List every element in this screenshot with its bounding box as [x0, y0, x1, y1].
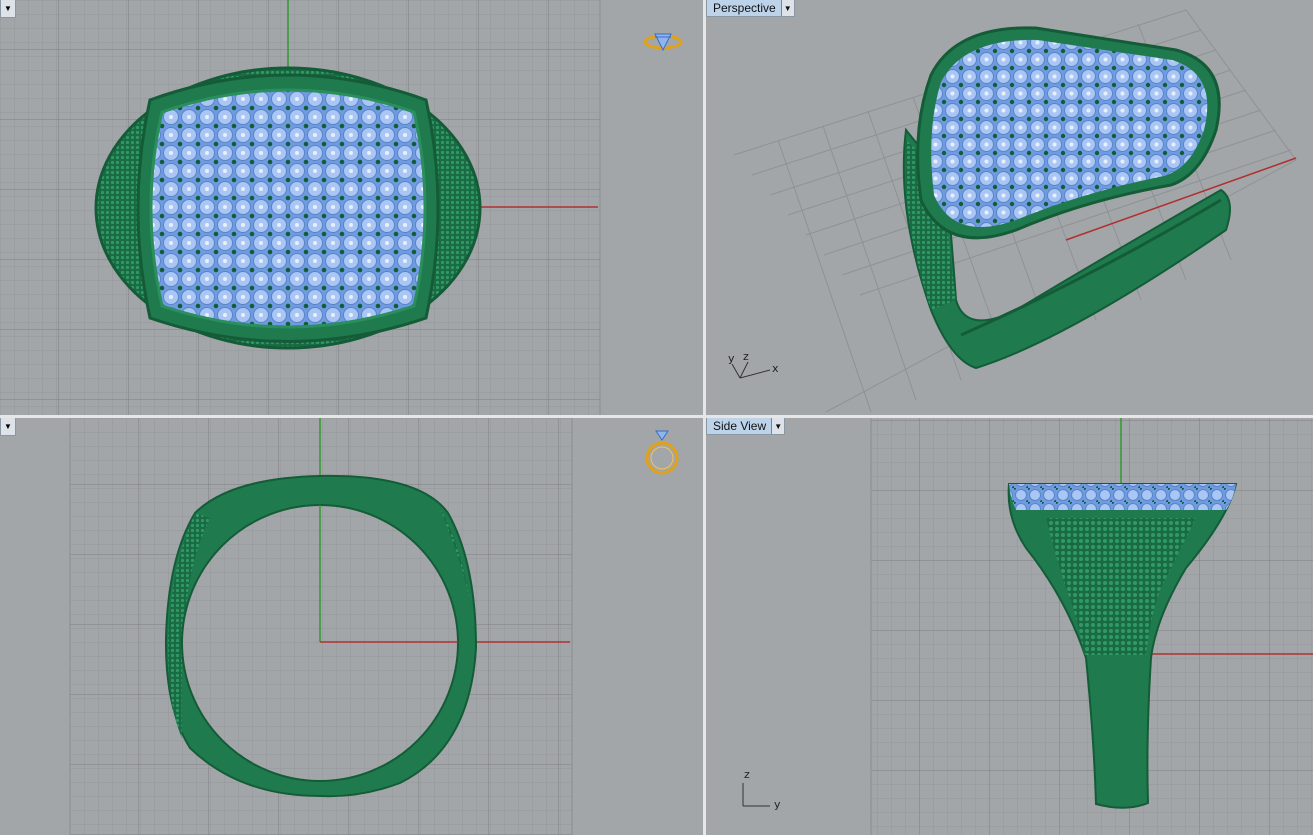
axis-label-z: z	[743, 350, 749, 363]
viewport-perspective-title: Perspective	[713, 1, 776, 15]
viewport-perspective-tab[interactable]: Perspective ▼	[706, 0, 795, 17]
viewport-right[interactable]: ▼	[0, 418, 703, 835]
axis-label-y: y	[774, 798, 781, 811]
axis-gizmo-perspective: y z x	[728, 348, 788, 382]
viewport-splitter-horizontal[interactable]	[0, 415, 1313, 418]
viewport-side-tab[interactable]: Side View ▼	[706, 418, 786, 435]
dropdown-triangle-icon: ▼	[4, 422, 12, 431]
viewport-perspective-scene	[733, 9, 1297, 413]
dropdown-triangle-icon: ▼	[4, 4, 12, 13]
axis-gizmo-side: z y	[740, 768, 790, 812]
viewport-perspective[interactable]: Perspective ▼ y z x	[706, 0, 1313, 415]
axis-label-y: y	[728, 352, 735, 365]
ring-icon	[645, 430, 679, 475]
viewport-side-scene	[870, 418, 1313, 835]
viewport-front-scene	[0, 0, 601, 415]
dropdown-triangle-icon[interactable]: ▼	[780, 0, 794, 16]
axis-label-z: z	[744, 768, 750, 781]
viewport-side[interactable]: Side View ▼ z y	[706, 418, 1313, 835]
axis-gizmo-icon	[731, 361, 771, 379]
viewport-front-menu-dropdown[interactable]: ▼	[0, 0, 16, 18]
viewport-right-scene	[69, 418, 573, 835]
dropdown-triangle-icon[interactable]: ▼	[771, 418, 785, 434]
viewport-front[interactable]: ▼	[0, 0, 703, 415]
viewport-right-menu-dropdown[interactable]: ▼	[0, 418, 16, 436]
axis-label-x: x	[772, 362, 779, 375]
viewport-side-title: Side View	[713, 419, 767, 433]
diamond-ring-icon	[643, 33, 683, 52]
